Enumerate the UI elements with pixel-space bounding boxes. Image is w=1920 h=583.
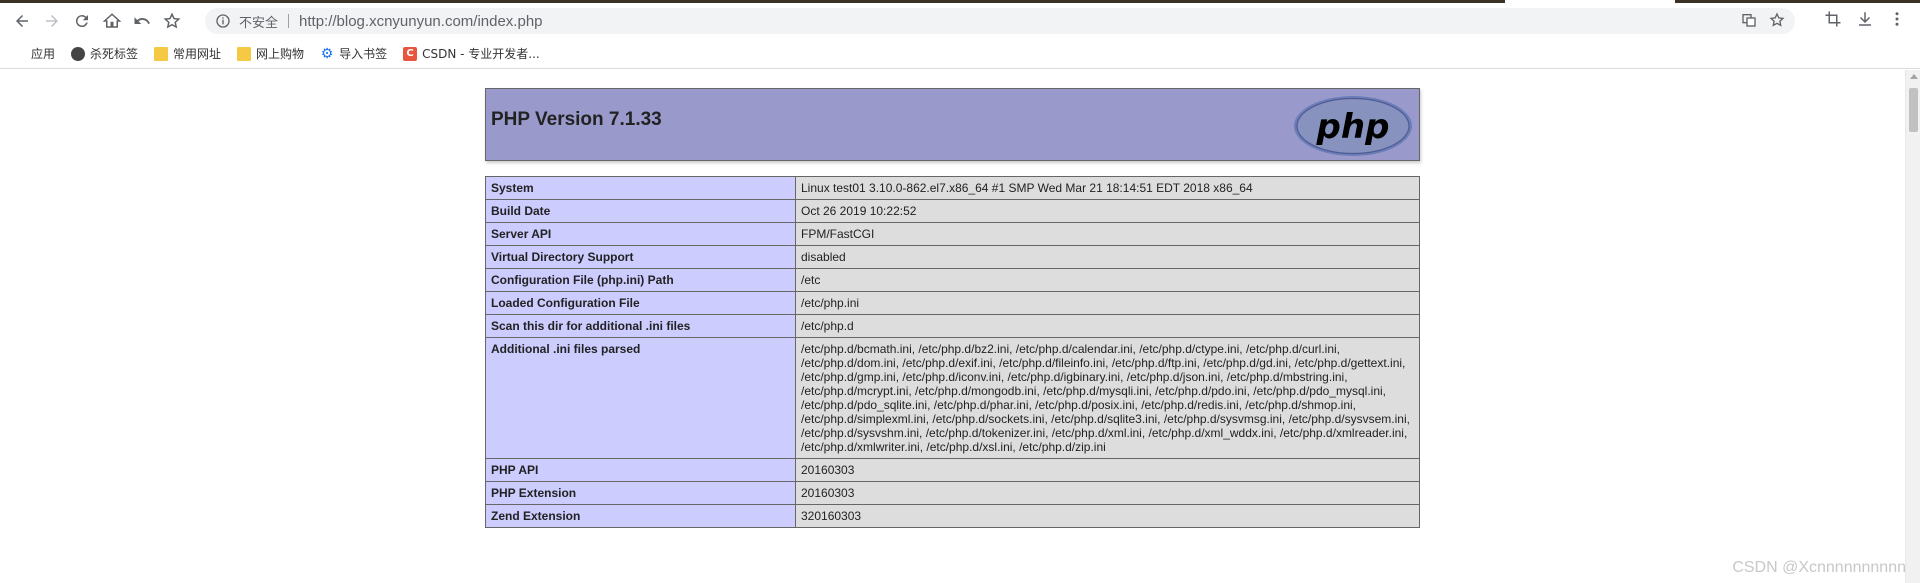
star-outline-icon: [163, 12, 181, 29]
row-value: 20160303: [795, 458, 1420, 482]
row-key: Loaded Configuration File: [485, 291, 796, 315]
row-value: disabled: [795, 245, 1420, 269]
browser-toolbar: 不安全 http://blog.xcnyunyun.com/index.php: [0, 3, 1920, 39]
row-value: Oct 26 2019 10:22:52: [795, 199, 1420, 223]
row-value: /etc/php.d: [795, 314, 1420, 338]
row-value: /etc: [795, 268, 1420, 292]
bookmark-folder-common[interactable]: 常用网址: [154, 45, 221, 62]
row-value: /etc/php.d/bcmath.ini, /etc/php.d/bz2.in…: [795, 337, 1420, 459]
bookmarks-bar: 应用 杀死标签 常用网址 网上购物 ⚙ 导入书签 C CSDN - 专业开发者.…: [0, 39, 1920, 69]
row-key: Scan this dir for additional .ini files: [485, 314, 796, 338]
phpinfo-table-body: System Linux test01 3.10.0-862.el7.x86_64…: [485, 176, 1420, 528]
reload-icon: [75, 15, 88, 28]
row-key: Additional .ini files parsed: [485, 337, 796, 459]
row-value: Linux test01 3.10.0-862.el7.x86_64 #1 SM…: [795, 176, 1420, 200]
row-value: FPM/FastCGI: [795, 222, 1420, 246]
row-key: Virtual Directory Support: [485, 245, 796, 269]
forward-button[interactable]: [38, 7, 66, 35]
table-row: Loaded Configuration File/etc/php.ini: [485, 291, 1420, 315]
scroll-up-arrow-icon[interactable]: [1910, 74, 1918, 79]
bookmark-star-button[interactable]: [158, 7, 186, 35]
table-row: PHP Extension 20160303: [485, 481, 1420, 505]
vertical-scrollbar[interactable]: [1905, 70, 1920, 583]
home-icon: [103, 13, 121, 28]
row-key: PHP Extension: [485, 481, 796, 505]
bookmark-kill-tabs[interactable]: 杀死标签: [71, 45, 138, 62]
table-row: Scan this dir for additional .ini files /…: [485, 314, 1420, 338]
forward-arrow-icon: [46, 15, 58, 27]
url-text[interactable]: http://blog.xcnyunyun.com/index.php: [299, 13, 543, 30]
folder-icon: [154, 46, 169, 61]
globe-icon: [71, 46, 86, 61]
gear-icon: ⚙: [320, 45, 334, 62]
star-outline-icon[interactable]: [1769, 12, 1785, 28]
address-bar[interactable]: 不安全 http://blog.xcnyunyun.com/index.php: [205, 8, 1795, 34]
bookmark-folder-shopping[interactable]: 网上购物: [237, 45, 304, 62]
table-row: Configuration File (php.ini) Path/etc: [485, 268, 1420, 292]
row-key: Server API: [485, 222, 796, 246]
more-menu-icon[interactable]: [1888, 10, 1906, 28]
bookmark-csdn[interactable]: C CSDN - 专业开发者...: [403, 45, 540, 62]
row-key: PHP API: [485, 458, 796, 482]
scrollbar-thumb[interactable]: [1909, 88, 1918, 132]
toolbar-extensions: [1824, 10, 1906, 28]
table-row: PHP API 20160303: [485, 458, 1420, 482]
omnibox-actions: [1741, 12, 1785, 28]
table-row: Build Date Oct 26 2019 10:22:52: [485, 199, 1420, 223]
translate-icon[interactable]: [1741, 12, 1757, 28]
apps-grid-icon: [12, 47, 26, 61]
bookmark-label: CSDN - 专业开发者...: [422, 47, 540, 61]
table-row: System Linux test01 3.10.0-862.el7.x86_64…: [485, 176, 1420, 200]
phpinfo-header: PHP Version 7.1.33 php: [485, 88, 1420, 161]
phpinfo-container: PHP Version 7.1.33 php System Linux test0…: [485, 88, 1420, 528]
table-row: Zend Extension 320160303: [485, 504, 1420, 528]
security-status-label[interactable]: 不安全: [239, 12, 278, 31]
page-title: PHP Version 7.1.33: [491, 109, 662, 130]
bookmark-import[interactable]: ⚙ 导入书签: [320, 45, 387, 62]
row-key: Build Date: [485, 199, 796, 223]
folder-icon: [237, 46, 252, 61]
row-key: Zend Extension: [485, 504, 796, 528]
row-key: Configuration File (php.ini) Path: [485, 268, 796, 292]
back-arrow-icon: [16, 15, 28, 27]
info-icon[interactable]: [215, 13, 231, 29]
undo-icon: [134, 17, 150, 24]
php-logo-icon: php: [1294, 96, 1412, 156]
phpinfo-table: System Linux test01 3.10.0-862.el7.x86_64…: [485, 176, 1420, 528]
reload-button[interactable]: [68, 7, 96, 35]
bookmark-label: 应用: [31, 47, 56, 61]
back-button[interactable]: [8, 7, 36, 35]
bookmark-apps[interactable]: 应用: [12, 45, 55, 62]
csdn-icon: C: [403, 46, 418, 61]
table-row: Server API FPM/FastCGI: [485, 222, 1420, 246]
row-key: System: [485, 176, 796, 200]
home-button[interactable]: [98, 7, 126, 35]
bookmark-label: 导入书签: [339, 47, 388, 61]
watermark: CSDN @Xcnnnnnnnnnn: [1732, 559, 1906, 576]
row-value: 20160303: [795, 481, 1420, 505]
row-value: /etc/php.ini: [795, 291, 1420, 315]
omnibox-divider: [288, 14, 290, 28]
bookmark-label: 网上购物: [256, 47, 305, 61]
table-row: Virtual Directory Support disabled: [485, 245, 1420, 269]
page-viewport: PHP Version 7.1.33 php System Linux test0…: [0, 70, 1905, 583]
undo-close-tab-button[interactable]: [128, 7, 156, 35]
crop-icon[interactable]: [1824, 10, 1842, 28]
table-row: Additional .ini files parsed/etc/php.d/b…: [485, 337, 1420, 459]
download-icon[interactable]: [1856, 10, 1874, 28]
php-logo-text: php: [1316, 107, 1390, 147]
bookmark-label: 常用网址: [173, 47, 222, 61]
row-value: 320160303: [795, 504, 1420, 528]
bookmark-label: 杀死标签: [90, 47, 139, 61]
